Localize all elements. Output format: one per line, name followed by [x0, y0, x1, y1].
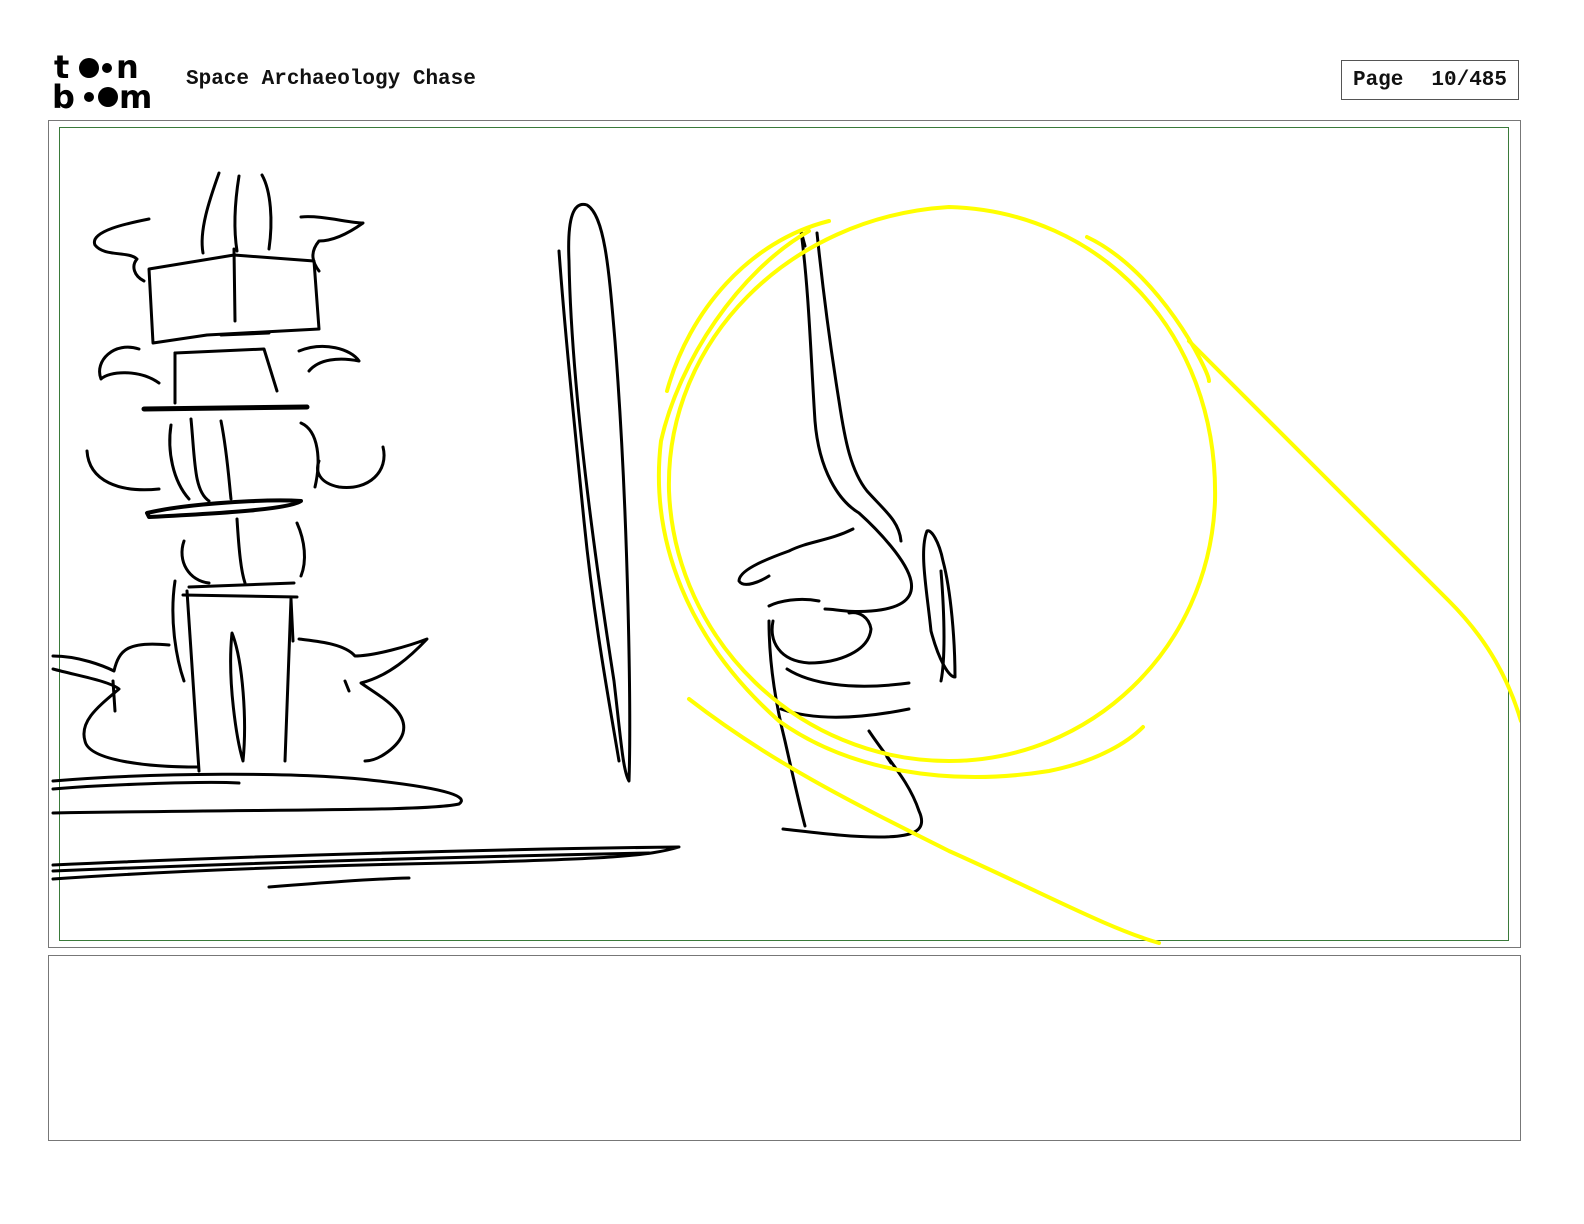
yellow-overlay-circles: [656, 205, 1520, 945]
storyboard-panel: [48, 120, 1521, 948]
svg-text:b: b: [52, 78, 75, 110]
page-indicator: Page 10/485: [1341, 60, 1519, 100]
caption-area: [48, 955, 1521, 1141]
hooded-figure-sketch: [737, 229, 957, 839]
pillar-sketch: [557, 202, 632, 783]
page-label: Page: [1352, 68, 1404, 92]
toon-boom-logo: t n b m: [52, 48, 164, 116]
logo-graphic: t n b m: [52, 48, 152, 116]
document-title: Space Archaeology Chase: [186, 68, 476, 91]
svg-text:m: m: [119, 78, 152, 110]
page-number: 10/485: [1431, 68, 1508, 92]
panel-sketch: [51, 171, 1520, 945]
